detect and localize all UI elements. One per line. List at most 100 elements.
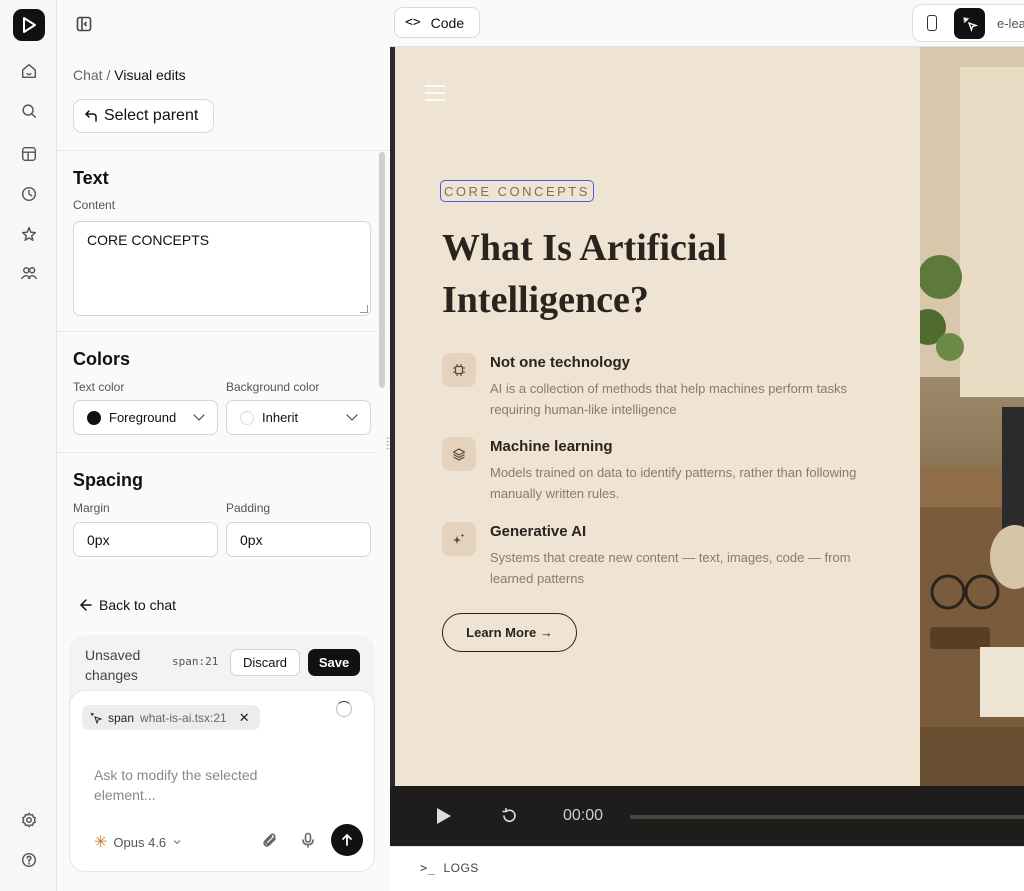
margin-label: Margin	[73, 501, 110, 515]
text-section-title: Text	[73, 168, 109, 188]
feature-title: Machine learning	[490, 438, 613, 455]
breadcrumb-current: Visual edits	[114, 67, 186, 83]
home-icon[interactable]	[18, 60, 40, 82]
learn-more-button[interactable]: Learn More →	[442, 613, 577, 652]
content-textarea[interactable]: CORE CONCEPTS	[73, 221, 371, 316]
spacing-section-title: Spacing	[73, 470, 144, 490]
play-icon[interactable]	[437, 808, 451, 824]
replay-icon[interactable]	[500, 807, 518, 825]
unsaved-element-tag: span:21	[172, 655, 219, 668]
feature-item: Generative AI Systems that create new co…	[442, 522, 872, 592]
text-section: Text Content CORE CONCEPTS	[57, 151, 377, 332]
settings-icon[interactable]	[18, 809, 40, 831]
progress-track[interactable]	[630, 815, 1024, 819]
microphone-icon[interactable]	[300, 832, 318, 850]
padding-input[interactable]: 0px	[226, 522, 371, 557]
search-icon[interactable]	[18, 100, 40, 122]
layers-icon	[442, 437, 476, 471]
app-logo[interactable]	[13, 9, 45, 41]
team-icon[interactable]	[18, 262, 40, 284]
return-arrow-icon	[84, 110, 97, 122]
layout-icon[interactable]	[18, 143, 40, 165]
save-button[interactable]: Save	[308, 649, 360, 676]
text-color-select[interactable]: Foreground	[73, 400, 218, 435]
model-selector[interactable]: ✳ Opus 4.6	[94, 832, 182, 852]
chip-icon	[442, 353, 476, 387]
chip-element: span	[108, 710, 135, 725]
menu-icon[interactable]	[425, 85, 449, 103]
chat-card: Unsaved changes span:21 Discard Save spa…	[69, 635, 375, 872]
breadcrumb-separator: /	[102, 67, 115, 83]
code-button[interactable]: <> Code	[394, 7, 480, 38]
history-icon[interactable]	[18, 183, 40, 205]
select-parent-label: Select parent	[104, 107, 199, 124]
chevron-down-icon	[346, 409, 358, 421]
logs-bar: >_ LOGS	[390, 846, 1024, 891]
select-parent-button[interactable]: Select parent	[73, 99, 214, 133]
preview-frame: CORE CONCEPTS What Is Artificial Intelli…	[390, 47, 1024, 786]
feature-item: Not one technology AI is a collection of…	[442, 353, 872, 423]
code-label: Code	[430, 14, 465, 31]
preview-url[interactable]: e-lea	[997, 16, 1024, 31]
back-to-chat-link[interactable]: Back to chat	[79, 597, 176, 613]
properties-scroll-area[interactable]: Text Content CORE CONCEPTS Colors Text c…	[57, 150, 390, 574]
app-rail	[0, 0, 57, 891]
remove-chip-icon[interactable]: ✕	[239, 710, 250, 726]
chat-composer: span what-is-ai.tsx:21 ✕ Ask to modify t…	[69, 690, 375, 872]
sidebar-toggle-icon[interactable]	[76, 16, 94, 34]
help-icon[interactable]	[18, 849, 40, 871]
resize-handle[interactable]	[360, 305, 368, 313]
discard-button[interactable]: Discard	[230, 649, 300, 676]
background-color-select[interactable]: Inherit	[226, 400, 371, 435]
model-name: Opus 4.6	[113, 834, 167, 850]
video-player-bar: 00:00	[390, 786, 1024, 846]
logs-label: LOGS	[443, 861, 479, 875]
loading-spinner-icon	[336, 701, 352, 717]
chat-prompt-input[interactable]: Ask to modify the selected element...	[94, 765, 294, 805]
preview-toolbar: <> Code e-lea	[390, 0, 1024, 47]
visual-edits-panel: Chat / Visual edits Select parent Text C…	[57, 0, 390, 891]
model-sparkle-icon: ✳	[94, 834, 108, 851]
feature-item: Machine learning Models trained on data …	[442, 437, 872, 507]
logs-toggle[interactable]: >_ LOGS	[420, 861, 479, 875]
breadcrumb: Chat / Visual edits	[73, 67, 186, 83]
properties-scrollbar[interactable]	[379, 152, 385, 388]
chevron-down-icon	[193, 409, 205, 421]
colors-section-title: Colors	[73, 349, 131, 369]
background-color-swatch	[240, 410, 254, 425]
chevron-down-icon	[173, 840, 181, 845]
background-color-value: Inherit	[262, 410, 299, 425]
background-color-label: Background color	[226, 380, 320, 394]
feature-title: Not one technology	[490, 354, 630, 371]
text-color-swatch	[87, 410, 101, 425]
margin-input[interactable]: 0px	[73, 522, 218, 557]
chip-file: what-is-ai.tsx:21	[140, 710, 227, 725]
eyebrow-label[interactable]: CORE CONCEPTS	[440, 180, 594, 202]
breadcrumb-parent[interactable]: Chat	[73, 67, 103, 83]
colors-section: Colors Text color Background color Foreg…	[57, 332, 377, 453]
mobile-view-icon[interactable]	[927, 15, 937, 31]
spacing-section: Spacing Margin Padding 0px 0px	[57, 453, 377, 574]
padding-label: Padding	[226, 501, 271, 515]
arrow-left-icon	[79, 599, 92, 611]
content-label: Content	[73, 198, 116, 212]
unsaved-changes-text: Unsaved changes	[85, 647, 141, 683]
visual-select-button[interactable]	[954, 8, 985, 39]
hero-photo	[920, 47, 1024, 786]
attach-icon[interactable]	[262, 832, 280, 850]
feature-title: Generative AI	[490, 523, 587, 540]
terminal-icon: >_	[420, 861, 436, 875]
player-time: 00:00	[563, 807, 604, 824]
sparkles-icon	[442, 522, 476, 556]
feature-description: Models trained on data to identify patte…	[490, 465, 857, 501]
send-button[interactable]	[331, 824, 363, 856]
panel-header	[57, 0, 390, 48]
feature-description: Systems that create new content — text, …	[490, 550, 851, 586]
text-color-value: Foreground	[109, 410, 177, 425]
device-toolbar: e-lea	[912, 4, 1024, 42]
back-to-chat-label: Back to chat	[99, 597, 177, 613]
star-icon[interactable]	[18, 223, 40, 245]
page-headline[interactable]: What Is Artificial Intelligence?	[442, 222, 772, 326]
feature-description: AI is a collection of methods that help …	[490, 381, 847, 417]
text-color-label: Text color	[73, 380, 125, 394]
